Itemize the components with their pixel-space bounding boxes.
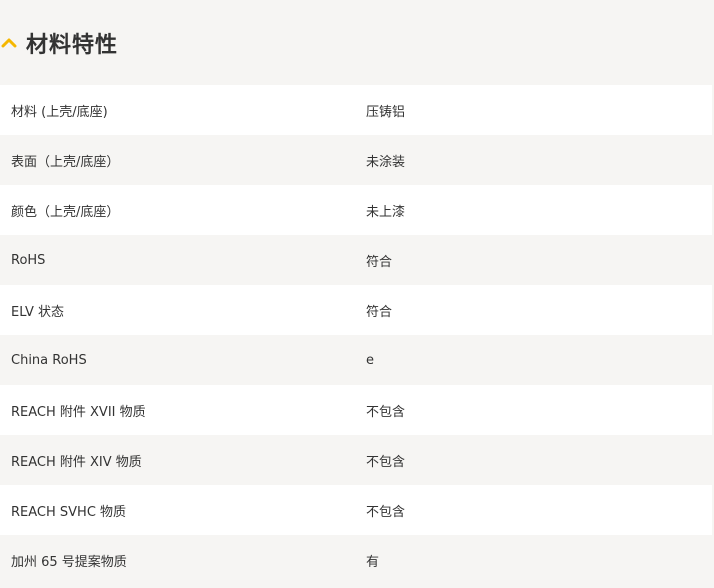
property-value: 不包含 — [366, 404, 406, 420]
property-label: 表面（上壳/底座） — [11, 154, 120, 170]
material-properties-section: 材料特性 材料 (上壳/底座) 压铸铝 表面（上壳/底座） 未涂装 颜色（上壳/… — [0, 0, 714, 588]
table-row: 颜色（上壳/底座） 未上漆 — [0, 185, 712, 235]
property-value: 符合 — [366, 254, 393, 270]
property-label: China RoHS — [11, 352, 87, 368]
property-label: ELV 状态 — [11, 304, 65, 320]
property-label: REACH 附件 XVII 物质 — [11, 404, 146, 420]
section-title: 材料特性 — [26, 32, 119, 58]
table-row: REACH SVHC 物质 不包含 — [0, 485, 712, 535]
property-value: 不包含 — [366, 504, 406, 520]
properties-table: 材料 (上壳/底座) 压铸铝 表面（上壳/底座） 未涂装 颜色（上壳/底座） 未… — [0, 85, 712, 585]
property-value: 未涂装 — [366, 154, 406, 170]
property-label: 加州 65 号提案物质 — [11, 554, 127, 570]
property-label: REACH SVHC 物质 — [11, 504, 127, 520]
property-value: e — [366, 352, 374, 368]
table-row: 表面（上壳/底座） 未涂装 — [0, 135, 712, 185]
property-label: REACH 附件 XIV 物质 — [11, 454, 142, 470]
property-value: 未上漆 — [366, 204, 406, 220]
section-header-toggle[interactable]: 材料特性 — [0, 0, 714, 85]
table-row: 加州 65 号提案物质 有 — [0, 535, 712, 585]
property-value: 有 — [366, 554, 380, 570]
property-label: RoHS — [11, 252, 46, 268]
table-row: ELV 状态 符合 — [0, 285, 712, 335]
property-value: 符合 — [366, 304, 393, 320]
chevron-up-icon[interactable] — [0, 34, 18, 52]
table-row: China RoHS e — [0, 335, 712, 385]
table-row: REACH 附件 XIV 物质 不包含 — [0, 435, 712, 485]
table-row: 材料 (上壳/底座) 压铸铝 — [0, 85, 712, 135]
property-value: 压铸铝 — [366, 104, 406, 120]
property-label: 颜色（上壳/底座） — [11, 204, 120, 220]
property-label: 材料 (上壳/底座) — [11, 104, 108, 120]
property-value: 不包含 — [366, 454, 406, 470]
table-row: RoHS 符合 — [0, 235, 712, 285]
table-row: REACH 附件 XVII 物质 不包含 — [0, 385, 712, 435]
